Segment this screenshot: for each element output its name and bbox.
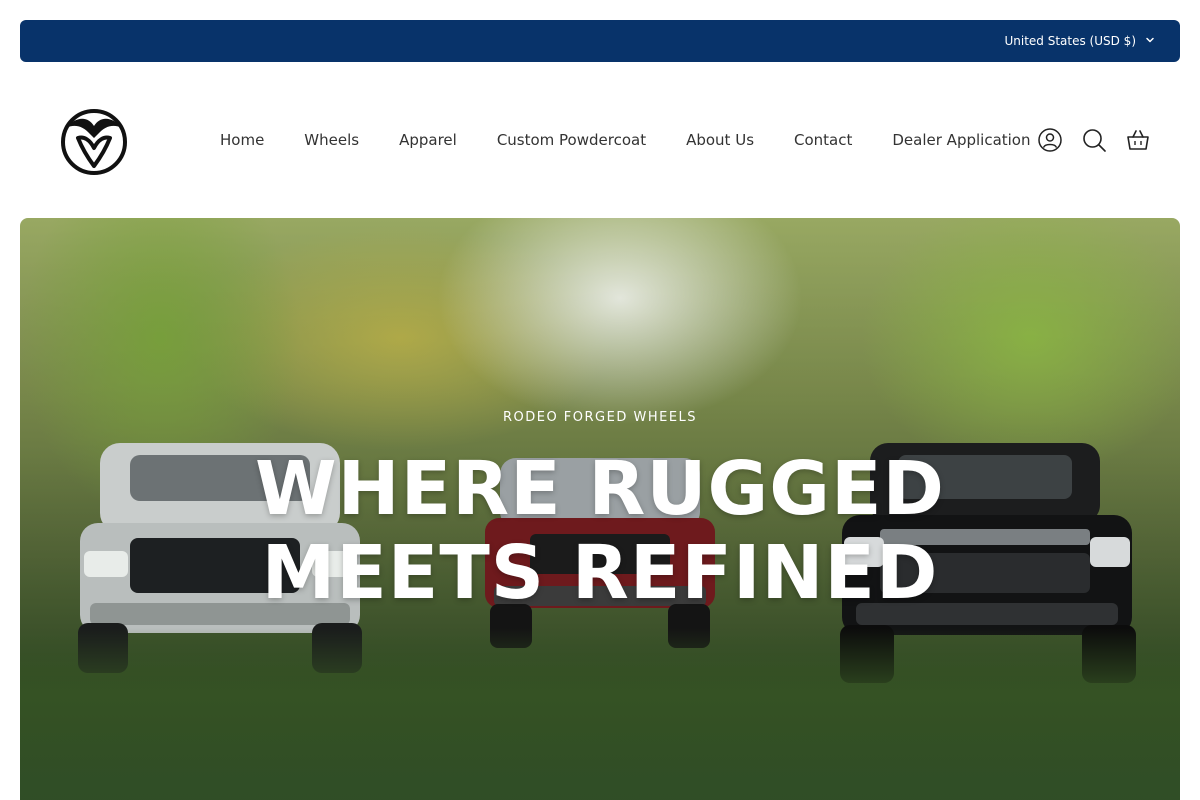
hero-eyebrow: RODEO FORGED WHEELS — [502, 410, 698, 425]
currency-selector[interactable]: United States (USD $) — [1004, 34, 1156, 49]
chevron-down-icon — [1144, 34, 1156, 49]
account-icon[interactable] — [1038, 128, 1062, 152]
hero-text: RODEO FORGED WHEELS WHERE RUGGED MEETS R… — [20, 410, 1180, 615]
nav-apparel[interactable]: Apparel — [379, 131, 477, 149]
nav-wheels[interactable]: Wheels — [284, 131, 379, 149]
nav-home[interactable]: Home — [200, 131, 284, 149]
announcement-bar: United States (USD $) — [20, 20, 1180, 62]
grass-foreground — [20, 628, 1180, 800]
nav-custom-powdercoat[interactable]: Custom Powdercoat — [477, 131, 666, 149]
site-header: Home Wheels Apparel Custom Powdercoat Ab… — [0, 62, 1200, 218]
search-icon[interactable] — [1082, 128, 1106, 152]
main-nav: Home Wheels Apparel Custom Powdercoat Ab… — [200, 62, 1051, 218]
header-actions — [1038, 62, 1150, 218]
cart-icon[interactable] — [1126, 128, 1150, 152]
nav-dealer-application[interactable]: Dealer Application — [872, 131, 1050, 149]
bull-head-logo-icon[interactable] — [58, 104, 130, 176]
nav-contact[interactable]: Contact — [774, 131, 872, 149]
nav-about-us[interactable]: About Us — [666, 131, 774, 149]
hero-banner: RODEO FORGED WHEELS WHERE RUGGED MEETS R… — [20, 218, 1180, 800]
hero-headline-line2: MEETS REFINED — [261, 530, 939, 616]
hero-headline: WHERE RUGGED MEETS REFINED — [20, 447, 1180, 615]
hero-headline-line1: WHERE RUGGED — [255, 446, 945, 532]
currency-label: United States (USD $) — [1004, 34, 1136, 48]
